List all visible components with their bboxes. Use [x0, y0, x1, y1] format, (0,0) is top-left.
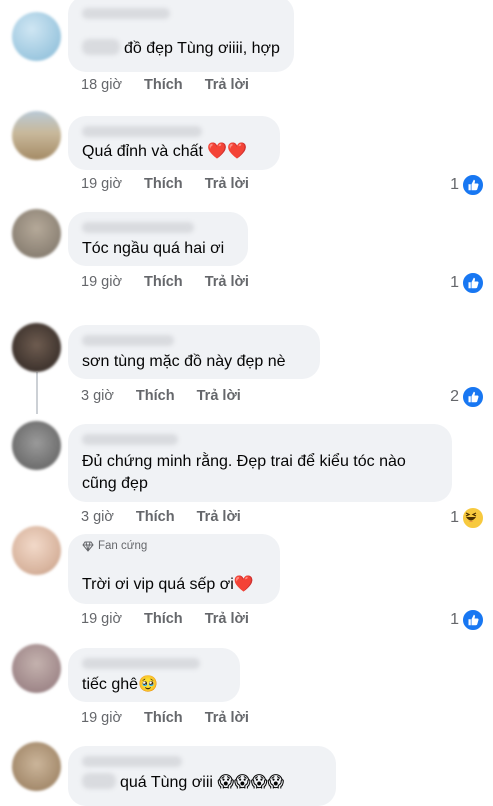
reaction-count-number: 2	[450, 388, 459, 405]
reply-button[interactable]: Trả lời	[205, 77, 249, 93]
redacted-name	[82, 434, 178, 445]
comment-bubble: Fan cứng Trời ơi vip quá sếp ơi❤️	[68, 534, 280, 604]
thread-line	[36, 372, 38, 414]
like-icon	[461, 173, 485, 197]
like-button[interactable]: Thích	[136, 509, 175, 525]
reply-button[interactable]: Trả lời	[197, 388, 241, 404]
comment-text: Quá đỉnh và chất ❤️❤️	[82, 143, 248, 160]
reaction-count-number: 1	[450, 176, 459, 193]
comment-time[interactable]: 19 giờ	[81, 274, 122, 290]
comment-time[interactable]: 3 giờ	[81, 509, 114, 525]
avatar[interactable]	[12, 12, 61, 61]
avatar[interactable]	[12, 323, 61, 372]
diamond-icon	[82, 541, 94, 552]
comment-text-line: Đủ chứng minh rằng. Đẹp trai để kiểu tóc…	[82, 453, 406, 470]
comment-text: Đủ chứng minh rằng. Đẹp trai để kiểu tóc…	[82, 451, 406, 495]
comment-actions: 19 giờ Thích Trả lời	[81, 710, 267, 726]
comment-bubble: Tóc ngầu quá hai ơi	[68, 212, 248, 266]
comment-actions: 19 giờ Thích Trả lời	[81, 274, 267, 290]
comment-text: tiếc ghê🥹	[82, 676, 158, 693]
redacted-text	[82, 773, 116, 789]
like-icon	[461, 385, 485, 409]
like-button[interactable]: Thích	[144, 77, 183, 93]
comment-bubble: tiếc ghê🥹	[68, 648, 240, 702]
reaction-count-number: 1	[450, 611, 459, 628]
like-button[interactable]: Thích	[144, 274, 183, 290]
comment-text-line: cũng đẹp	[82, 475, 148, 492]
reply-button[interactable]: Trả lời	[205, 176, 249, 192]
reply-button[interactable]: Trả lời	[197, 509, 241, 525]
comment-bubble: quá Tùng ơiii 😱😱😱😱	[68, 746, 336, 806]
comment-text: đồ đẹp Tùng ơiiii, hợp	[82, 38, 280, 60]
comment-actions: 3 giờ Thích Trả lời	[81, 509, 259, 525]
comment-bubble: đồ đẹp Tùng ơiiii, hợp	[68, 0, 294, 72]
comment-text: Tóc ngầu quá hai ơi	[82, 240, 225, 257]
avatar[interactable]	[12, 644, 61, 693]
comment-bubble: Đủ chứng minh rằng. Đẹp trai để kiểu tóc…	[68, 424, 452, 502]
reply-button[interactable]: Trả lời	[205, 274, 249, 290]
comment-bubble: Quá đỉnh và chất ❤️❤️	[68, 116, 280, 170]
comment-actions: 19 giờ Thích Trả lời	[81, 611, 267, 627]
reaction-count[interactable]: 2	[450, 385, 485, 409]
avatar[interactable]	[12, 209, 61, 258]
like-button[interactable]: Thích	[144, 176, 183, 192]
fan-badge-label: Fan cứng	[98, 540, 148, 552]
avatar[interactable]	[12, 526, 61, 575]
fan-badge[interactable]: Fan cứng	[82, 540, 147, 552]
like-icon	[461, 608, 485, 632]
comment-text: Trời ơi vip quá sếp ơi❤️	[82, 576, 254, 593]
comment-actions: 3 giờ Thích Trả lời	[81, 388, 259, 404]
comment-time[interactable]: 19 giờ	[81, 176, 122, 192]
avatar[interactable]	[12, 421, 61, 470]
comment-bubble: sơn tùng mặc đồ này đẹp nè	[68, 325, 320, 379]
comment-time[interactable]: 19 giờ	[81, 710, 122, 726]
redacted-name	[82, 222, 194, 233]
avatar[interactable]	[12, 111, 61, 160]
reaction-count[interactable]: 1	[450, 608, 485, 632]
like-button[interactable]: Thích	[144, 710, 183, 726]
like-icon	[461, 271, 485, 295]
redacted-name	[82, 756, 182, 767]
redacted-name	[82, 126, 202, 137]
redacted-name	[82, 658, 200, 669]
reaction-count[interactable]: 1	[450, 271, 485, 295]
redacted-text	[82, 39, 120, 55]
avatar[interactable]	[12, 742, 61, 791]
comment-text: sơn tùng mặc đồ này đẹp nè	[82, 353, 286, 370]
comment-time[interactable]: 18 giờ	[81, 77, 122, 93]
reaction-count[interactable]: 1	[450, 173, 485, 197]
haha-icon	[461, 506, 485, 530]
reply-button[interactable]: Trả lời	[205, 710, 249, 726]
reaction-count-number: 1	[450, 274, 459, 291]
reaction-count[interactable]: 1	[450, 506, 485, 530]
comment-text: quá Tùng ơiii 😱😱😱😱	[82, 772, 284, 794]
comment-time[interactable]: 19 giờ	[81, 611, 122, 627]
reaction-count-number: 1	[450, 509, 459, 526]
comment-actions: 19 giờ Thích Trả lời	[81, 176, 267, 192]
comment-actions: 18 giờ Thích Trả lời	[81, 77, 267, 93]
redacted-name	[82, 8, 170, 19]
redacted-name	[82, 335, 174, 346]
like-button[interactable]: Thích	[136, 388, 175, 404]
comment-time[interactable]: 3 giờ	[81, 388, 114, 404]
like-button[interactable]: Thích	[144, 611, 183, 627]
reply-button[interactable]: Trả lời	[205, 611, 249, 627]
